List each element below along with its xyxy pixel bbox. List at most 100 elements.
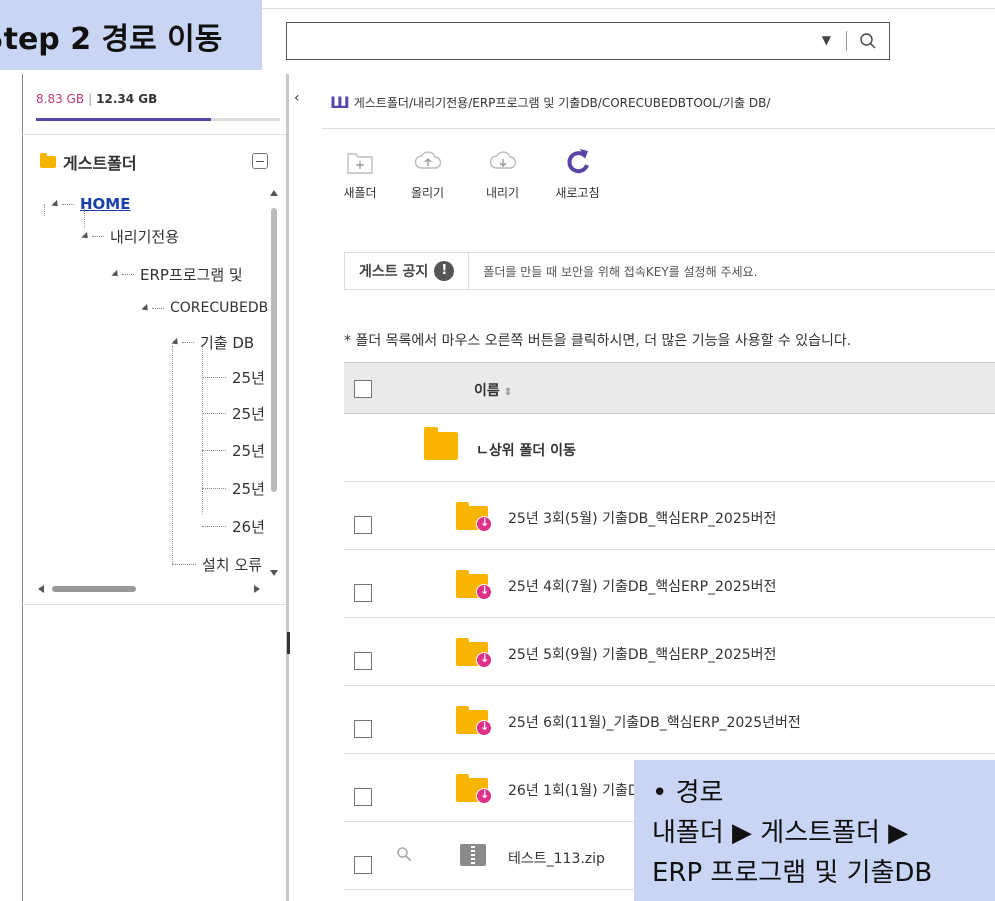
- tree-item-corecubedbtool[interactable]: CORECUBEDBTOOL: [141, 294, 268, 322]
- tree-connector: [202, 525, 226, 527]
- table-row[interactable]: 25년 3회(5월) 기출DB_핵심ERP_2025버전: [344, 482, 995, 550]
- scroll-left-icon[interactable]: [38, 585, 44, 593]
- scroll-down-icon[interactable]: [270, 570, 278, 576]
- scroll-thumb[interactable]: [271, 208, 277, 492]
- tree-item-leaf[interactable]: 25년: [202, 363, 265, 391]
- tree-item-install-error[interactable]: 설치 오류: [172, 550, 262, 578]
- tree-connector: [202, 412, 226, 414]
- download-label: 내리기: [485, 186, 520, 200]
- row-checkbox[interactable]: [354, 652, 372, 670]
- breadcrumb-divider: [322, 128, 995, 129]
- scroll-right-icon[interactable]: [254, 585, 260, 593]
- context-menu-hint: * 폴더 목록에서 마우스 오른쪽 버튼을 클릭하시면, 더 많은 기능을 사용…: [344, 333, 852, 349]
- annotation-title: • 경로: [652, 778, 724, 808]
- refresh-button[interactable]: 새로고침: [540, 146, 615, 201]
- guest-notice: 게스트 공지 ! 폴더를 만들 때 보안을 위해 접속KEY를 설정해 주세요.: [344, 252, 995, 290]
- file-name[interactable]: 25년 4회(7월) 기출DB_핵심ERP_2025버전: [508, 576, 776, 596]
- expanded-arrow-icon: [141, 303, 151, 313]
- name-column-header[interactable]: 이름 ⇕: [474, 380, 512, 400]
- tree-connector: [152, 307, 164, 309]
- file-list-header: 이름 ⇕: [344, 362, 995, 414]
- splitter-handle[interactable]: [287, 632, 290, 654]
- new-folder-icon: [347, 153, 373, 174]
- row-checkbox[interactable]: [354, 720, 372, 738]
- parent-folder-label[interactable]: ㄴ상위 폴더 이동: [476, 440, 576, 460]
- scroll-up-icon[interactable]: [270, 190, 278, 196]
- search-divider: [846, 31, 847, 51]
- annotation-line-1: 내폴더 ▶ 게스트폴더 ▶: [652, 818, 909, 848]
- parent-folder-row[interactable]: ㄴ상위 폴더 이동: [344, 414, 995, 482]
- tree-item-label: 설치 오류: [202, 555, 262, 574]
- preview-search-icon[interactable]: [396, 846, 412, 862]
- folder-icon: [40, 153, 56, 168]
- toolbar: 새폴더 올리기 내리기 새로고침: [330, 146, 615, 201]
- tree-item-exam-db[interactable]: 기출 DB: [171, 328, 254, 356]
- download-button[interactable]: 내리기: [465, 146, 540, 201]
- download-folder-icon: [456, 638, 492, 668]
- upload-button[interactable]: 올리기: [390, 146, 465, 201]
- search-combobox[interactable]: ▼: [286, 22, 890, 60]
- row-checkbox[interactable]: [354, 856, 372, 874]
- tree-connector: [62, 203, 74, 205]
- download-folder-icon: [456, 706, 492, 736]
- download-folder-icon: [456, 570, 492, 600]
- table-row[interactable]: 25년 4회(7월) 기출DB_핵심ERP_2025버전: [344, 550, 995, 618]
- tree-item-leaf[interactable]: 26년: [202, 512, 265, 540]
- file-name[interactable]: 25년 6회(11월)_기출DB_핵심ERP_2025년버전: [508, 712, 801, 732]
- tree-item-label: 25년: [232, 441, 265, 460]
- breadcrumb: Ш 게스트폴더/내리기전용/ERP프로그램 및 기출DB/CORECUBEDBT…: [330, 93, 770, 112]
- tree-item-leaf[interactable]: 25년: [202, 399, 265, 427]
- storage-progress-bar: [36, 118, 280, 121]
- expanded-arrow-icon: [51, 199, 61, 209]
- path-annotation-box: • 경로 내폴더 ▶ 게스트폴더 ▶ ERP 프로그램 및 기출DB: [634, 760, 995, 901]
- panel-splitter[interactable]: [286, 74, 289, 901]
- tree-vertical-scrollbar[interactable]: [268, 190, 280, 580]
- table-row[interactable]: 25년 6회(11월)_기출DB_핵심ERP_2025년버전: [344, 686, 995, 754]
- tree-item-label: 내리기전용: [110, 227, 180, 246]
- search-icon[interactable]: [859, 32, 877, 50]
- tree-item-download-only[interactable]: 내리기전용: [81, 222, 180, 250]
- step-label-banner: Step 2 경로 이동: [0, 0, 262, 70]
- folder-icon: [424, 427, 458, 460]
- storage-progress-fill: [36, 118, 211, 121]
- upload-label: 올리기: [410, 186, 445, 200]
- table-row[interactable]: 25년 5회(9월) 기출DB_핵심ERP_2025버전: [344, 618, 995, 686]
- file-name[interactable]: 25년 5회(9월) 기출DB_핵심ERP_2025버전: [508, 644, 776, 664]
- row-checkbox[interactable]: [354, 584, 372, 602]
- tree-root-label: 게스트폴더: [63, 154, 137, 173]
- file-name[interactable]: 25년 3회(5월) 기출DB_핵심ERP_2025버전: [508, 508, 776, 528]
- sort-icon[interactable]: ⇕: [504, 387, 512, 398]
- info-icon: !: [434, 261, 455, 281]
- notice-title-text: 게스트 공지: [359, 264, 429, 280]
- refresh-label: 새로고침: [555, 186, 600, 200]
- left-panel-border: [22, 74, 23, 901]
- tree-item-leaf[interactable]: 25년: [202, 474, 265, 502]
- tree-connector: [172, 563, 196, 565]
- tree-item-home[interactable]: HOME: [51, 190, 130, 218]
- tree-root-guest-folder[interactable]: 게스트폴더: [40, 150, 137, 174]
- notice-title: 게스트 공지 !: [345, 253, 470, 289]
- step-label-text: Step 2 경로 이동: [0, 22, 223, 57]
- collapse-tree-button[interactable]: [252, 153, 268, 169]
- download-folder-icon: [456, 774, 492, 804]
- row-checkbox[interactable]: [354, 788, 372, 806]
- file-name[interactable]: 테스트_113.zip: [508, 848, 605, 868]
- tree-item-label[interactable]: HOME: [80, 195, 130, 213]
- new-folder-button[interactable]: 새폴더: [330, 146, 390, 201]
- row-checkbox[interactable]: [354, 516, 372, 534]
- cloud-download-icon: [489, 151, 516, 169]
- breadcrumb-path[interactable]: 게스트폴더/내리기전용/ERP프로그램 및 기출DB/CORECUBEDBTOO…: [354, 94, 771, 111]
- tree-item-label: 26년: [232, 517, 265, 536]
- scroll-thumb[interactable]: [52, 586, 136, 592]
- select-all-checkbox[interactable]: [354, 380, 372, 398]
- refresh-icon: [566, 149, 589, 174]
- tree-item-erp-program[interactable]: ERP프로그램 및: [111, 260, 243, 288]
- dropdown-caret-icon[interactable]: ▼: [822, 33, 831, 47]
- zip-file-icon: [460, 844, 486, 866]
- new-folder-label: 새폴더: [343, 186, 377, 200]
- collapse-panel-icon[interactable]: ‹: [294, 90, 300, 106]
- tree-horizontal-scrollbar[interactable]: [38, 583, 268, 595]
- tree-item-leaf[interactable]: 25년: [202, 436, 265, 464]
- name-column-label: 이름: [474, 383, 500, 399]
- tree-item-label: 25년: [232, 404, 265, 423]
